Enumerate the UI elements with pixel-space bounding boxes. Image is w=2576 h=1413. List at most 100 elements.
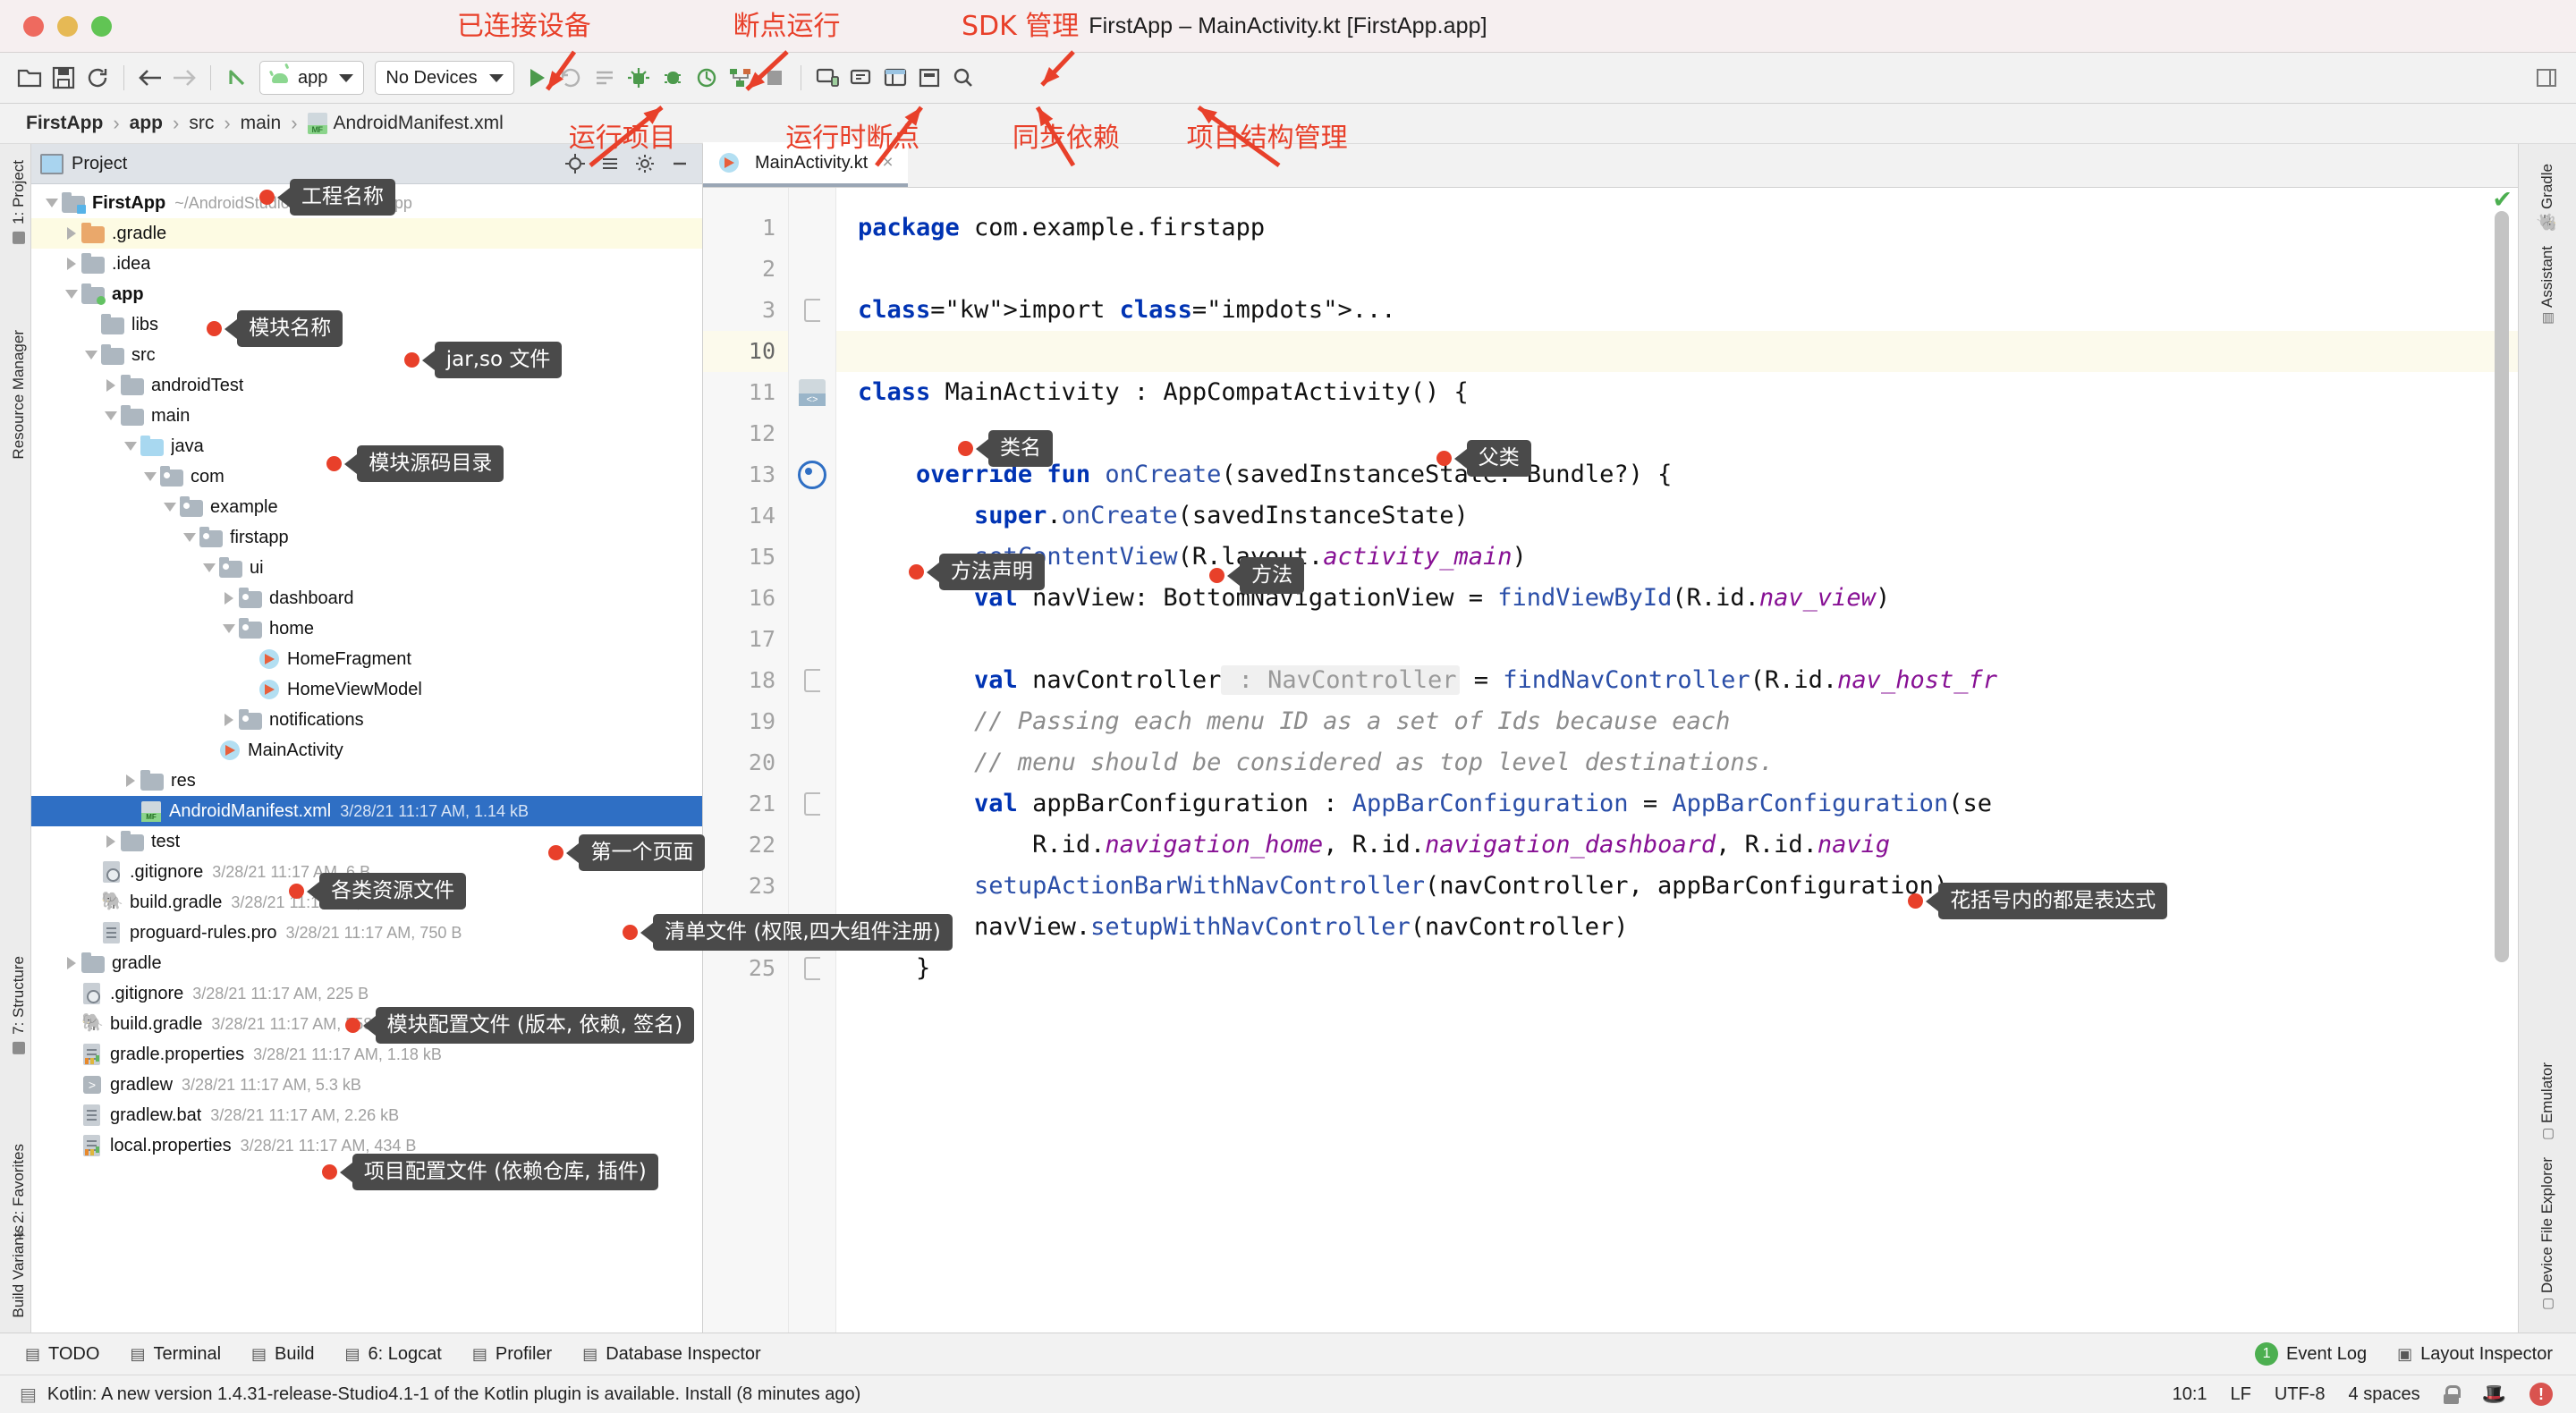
layout-inspector-icon[interactable]: [912, 61, 946, 95]
code-line[interactable]: [836, 331, 2518, 372]
sidebar-item-gradle[interactable]: 🐘 Gradle: [2538, 157, 2557, 239]
code-line[interactable]: [836, 249, 2518, 290]
gutter-glyph[interactable]: [789, 660, 835, 701]
gutter-glyph[interactable]: [789, 866, 835, 907]
code-line[interactable]: setupActionBarWithNavController(navContr…: [836, 866, 2518, 907]
expand-arrow-expanded-icon[interactable]: [160, 503, 180, 512]
open-folder-icon[interactable]: [13, 61, 47, 95]
code-line[interactable]: [836, 619, 2518, 660]
lock-icon[interactable]: [2443, 1384, 2461, 1404]
code-line[interactable]: val navView: BottomNavigationView = find…: [836, 578, 2518, 619]
debug-icon[interactable]: [656, 61, 690, 95]
gutter-glyph[interactable]: [789, 372, 835, 413]
stop-icon[interactable]: [758, 61, 792, 95]
tree-row[interactable]: gradle: [31, 948, 702, 978]
code-line[interactable]: package com.example.firstapp: [836, 207, 2518, 249]
expand-arrow-collapsed-icon[interactable]: [101, 835, 121, 848]
code-line[interactable]: // Passing each menu ID as a set of Ids …: [836, 701, 2518, 742]
gutter-glyph[interactable]: [789, 290, 835, 331]
forward-arrow-icon[interactable]: [167, 61, 201, 95]
tree-row[interactable]: app: [31, 279, 702, 309]
sidebar-item-build-variants[interactable]: Build Variants: [10, 1218, 28, 1325]
toolwindow-button-6-logcat[interactable]: ▤ 6: Logcat: [345, 1344, 442, 1365]
gutter-glyph[interactable]: [789, 619, 835, 660]
avd-manager-icon[interactable]: [810, 61, 844, 95]
expand-arrow-expanded-icon[interactable]: [180, 533, 199, 542]
tree-row[interactable]: ui: [31, 553, 702, 583]
gutter-glyph-column[interactable]: [789, 188, 836, 1333]
gutter-glyph[interactable]: [789, 331, 835, 372]
breadcrumb-item-module[interactable]: app: [123, 113, 169, 134]
code-line[interactable]: // menu should be considered as top leve…: [836, 742, 2518, 783]
tree-row[interactable]: main: [31, 401, 702, 431]
window-controls[interactable]: [23, 15, 112, 37]
gutter-glyph[interactable]: [789, 701, 835, 742]
toolwindow-button-profiler[interactable]: ▤ Profiler: [472, 1344, 552, 1365]
tree-row[interactable]: HomeFragment: [31, 644, 702, 674]
tree-row[interactable]: firstapp: [31, 522, 702, 553]
profiler-icon[interactable]: [690, 61, 724, 95]
run-icon[interactable]: [520, 61, 554, 95]
gutter-glyph[interactable]: [789, 413, 835, 454]
toolwindow-button-layout-inspector[interactable]: ▣ Layout Inspector: [2397, 1344, 2553, 1365]
code-line[interactable]: navView.setupWithNavController(navContro…: [836, 907, 2518, 948]
tree-row[interactable]: AndroidManifest.xml 3/28/21 11:17 AM, 1.1…: [31, 796, 702, 826]
gutter-glyph[interactable]: [789, 537, 835, 578]
caret-position[interactable]: 10:1: [2173, 1384, 2207, 1405]
code-line[interactable]: val appBarConfiguration : AppBarConfigur…: [836, 783, 2518, 825]
breadcrumb-item-main[interactable]: main: [234, 113, 288, 134]
tree-row[interactable]: notifications: [31, 705, 702, 735]
code-line[interactable]: R.id.navigation_home, R.id.navigation_da…: [836, 825, 2518, 866]
code-line[interactable]: [836, 413, 2518, 454]
tree-row[interactable]: > gradlew 3/28/21 11:17 AM, 5.3 kB: [31, 1070, 702, 1100]
error-badge-icon[interactable]: !: [2529, 1383, 2553, 1406]
expand-arrow-expanded-icon[interactable]: [121, 442, 140, 451]
sidebar-item-project[interactable]: 1: Project: [10, 153, 28, 251]
editor-vertical-scrollbar[interactable]: [2495, 211, 2509, 962]
expand-arrow-collapsed-icon[interactable]: [219, 714, 239, 726]
sidebar-item-emulator[interactable]: ▢ Emulator: [2538, 1055, 2556, 1150]
sidebar-item-assistant[interactable]: ▥ Assistant: [2538, 239, 2556, 334]
tree-row[interactable]: res: [31, 766, 702, 796]
sdk-tools-icon[interactable]: [844, 61, 878, 95]
tree-row[interactable]: .idea: [31, 249, 702, 279]
code-line[interactable]: setContentView(R.layout.activity_main): [836, 537, 2518, 578]
code-content[interactable]: package com.example.firstapp class="kw">…: [836, 188, 2518, 1333]
status-message[interactable]: Kotlin: A new version 1.4.31-release-Stu…: [47, 1384, 860, 1405]
expand-arrow-expanded-icon[interactable]: [42, 199, 62, 207]
tree-row[interactable]: androidTest: [31, 370, 702, 401]
expand-arrow-expanded-icon[interactable]: [140, 472, 160, 481]
toolwindow-button-todo[interactable]: ▤ TODO: [25, 1344, 99, 1365]
close-button[interactable]: [23, 15, 44, 37]
tree-row[interactable]: example: [31, 492, 702, 522]
toolwindow-button-database-inspector[interactable]: ▤ Database Inspector: [582, 1344, 760, 1365]
tree-row[interactable]: libs: [31, 309, 702, 340]
expand-arrow-expanded-icon[interactable]: [62, 290, 81, 299]
sync-icon[interactable]: [80, 61, 114, 95]
code-line[interactable]: override fun onCreate(savedInstanceState…: [836, 454, 2518, 495]
expand-arrow-expanded-icon[interactable]: [101, 411, 121, 420]
toolwindow-button-event-log[interactable]: 1 Event Log: [2255, 1342, 2367, 1366]
apply-changes-icon[interactable]: [588, 61, 622, 95]
search-everywhere-icon[interactable]: [946, 61, 980, 95]
expand-arrow-expanded-icon[interactable]: [81, 351, 101, 360]
tree-row[interactable]: gradle.properties 3/28/21 11:17 AM, 1.18 …: [31, 1039, 702, 1070]
gutter-glyph[interactable]: [789, 783, 835, 825]
close-icon[interactable]: ×: [882, 152, 893, 173]
tree-row[interactable]: .gradle: [31, 218, 702, 249]
file-encoding[interactable]: UTF-8: [2275, 1384, 2326, 1405]
save-icon[interactable]: [47, 61, 80, 95]
gutter-glyph[interactable]: [789, 207, 835, 249]
code-line[interactable]: class="kw">import class="impdots">...: [836, 290, 2518, 331]
gutter-glyph[interactable]: [789, 495, 835, 537]
rerun-icon[interactable]: [554, 61, 588, 95]
expand-arrow-collapsed-icon[interactable]: [219, 592, 239, 605]
tree-row[interactable]: home: [31, 613, 702, 644]
minimize-button[interactable]: [57, 15, 78, 37]
gutter-glyph[interactable]: [789, 578, 835, 619]
module-selector[interactable]: app: [259, 61, 365, 95]
breadcrumb-item-src[interactable]: src: [182, 113, 220, 134]
maximize-button[interactable]: [91, 15, 112, 37]
toolwindow-button-build[interactable]: ▤ Build: [251, 1344, 315, 1365]
sidebar-item-device-file-explorer[interactable]: ▢ Device File Explorer: [2538, 1150, 2556, 1320]
